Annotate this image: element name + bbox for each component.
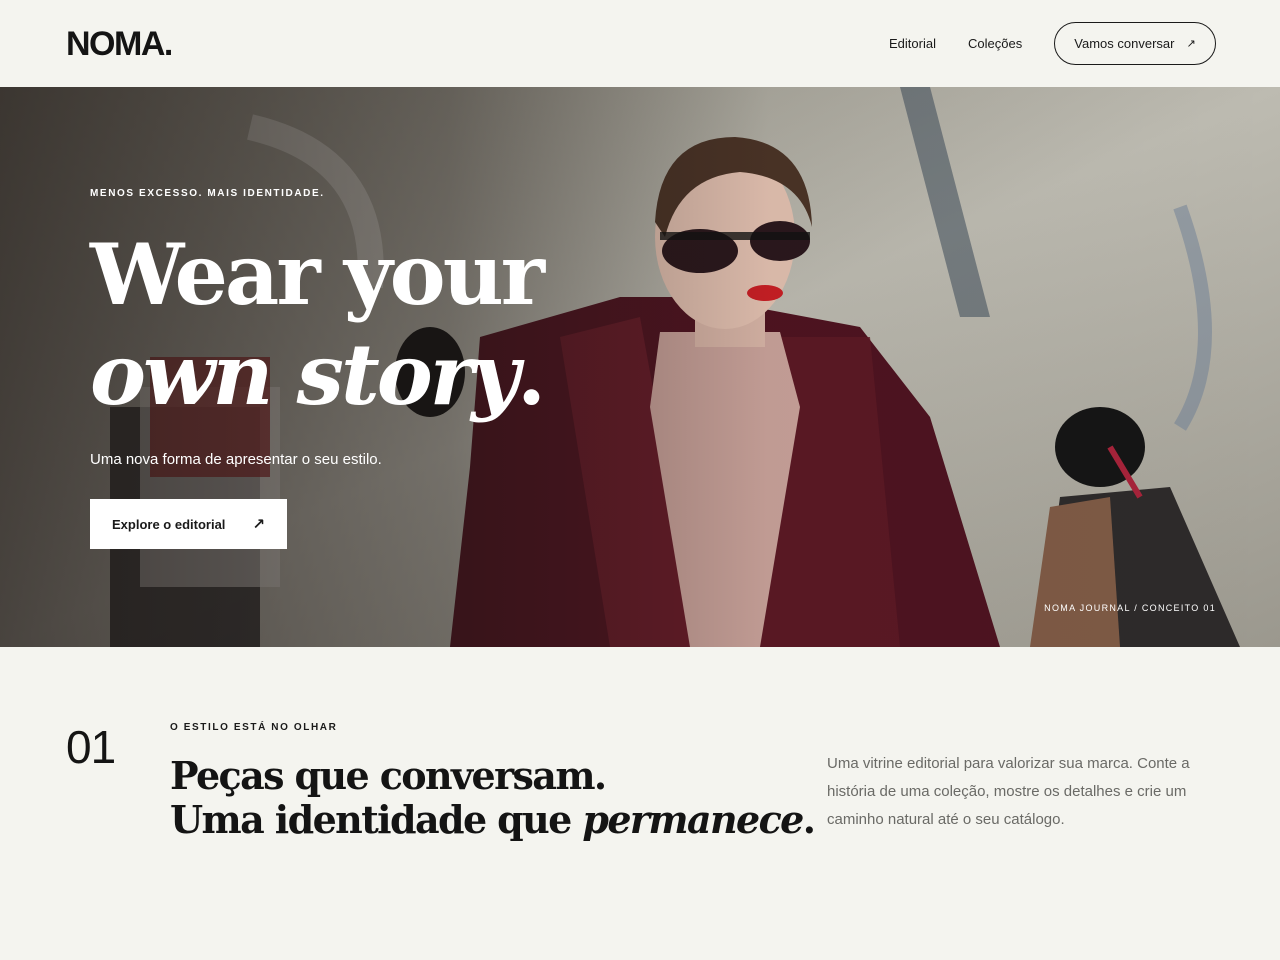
hero-caption: NOMA JOURNAL / CONCEITO 01 xyxy=(1044,603,1216,613)
section-title-line2-start: Uma identidade que xyxy=(170,797,583,842)
hero-headline-line1: Wear your xyxy=(90,225,545,324)
contact-button[interactable]: Vamos conversar ↗ xyxy=(1054,22,1216,65)
hero-headline-line2: own story. xyxy=(90,325,546,425)
explore-editorial-button[interactable]: Explore o editorial ↗ xyxy=(90,499,287,549)
nav-link-colecoes[interactable]: Coleções xyxy=(968,36,1022,52)
hero-subtitle: Uma nova forma de apresentar o seu estil… xyxy=(90,451,382,468)
arrow-up-right-icon: ↗ xyxy=(252,516,265,533)
section-title-line1: Peças que conversam. xyxy=(170,753,607,798)
explore-button-label: Explore o editorial xyxy=(112,516,226,532)
section-title-italic: permanece xyxy=(582,797,804,842)
hero-headline-italic: own story xyxy=(90,325,520,424)
section-title-period: . xyxy=(802,797,816,842)
section-kicker: O ESTILO ESTÁ NO OLHAR xyxy=(170,722,338,733)
contact-button-label: Vamos conversar xyxy=(1074,36,1175,51)
brand-logo[interactable]: NOMA. xyxy=(66,24,173,64)
hero-headline: Wear your own story. xyxy=(90,225,546,425)
section-description: Uma vitrine editorial para valorizar sua… xyxy=(827,755,1190,828)
nav-link-editorial[interactable]: Editorial xyxy=(889,36,936,52)
hero-banner: MENOS EXCESSO. MAIS IDENTIDADE. Wear you… xyxy=(0,87,1280,647)
hero-headline-period: . xyxy=(516,325,546,424)
hero-eyebrow: MENOS EXCESSO. MAIS IDENTIDADE. xyxy=(90,188,325,199)
section-number: 01 xyxy=(66,721,116,773)
arrow-up-right-icon: ↗ xyxy=(1186,38,1196,50)
site-header: NOMA. Editorial Coleções Vamos conversar… xyxy=(0,0,1280,87)
section-title: Peças que conversam. Uma identidade que … xyxy=(170,753,816,842)
